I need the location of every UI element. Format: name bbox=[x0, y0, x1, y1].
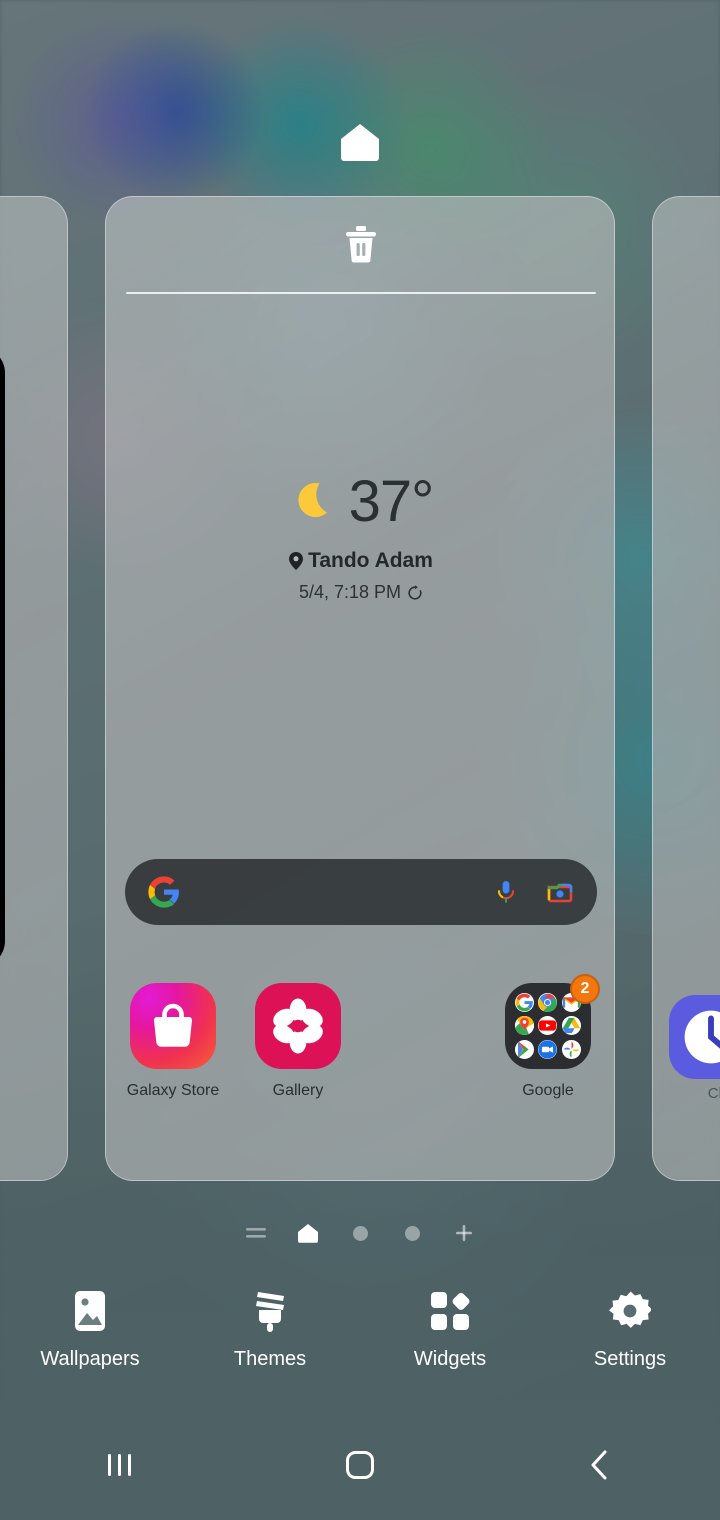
weather-updated-time: 5/4, 7:18 PM bbox=[298, 582, 402, 602]
app-label: Gallery bbox=[272, 1082, 324, 1099]
app-label: Galaxy Store bbox=[126, 1082, 220, 1099]
folder-mini-drive-icon bbox=[562, 1016, 582, 1036]
weather-primary: 37° bbox=[106, 469, 614, 534]
refresh-icon[interactable] bbox=[407, 584, 423, 601]
gallery-icon bbox=[255, 983, 341, 1069]
home-icon bbox=[339, 122, 381, 162]
weather-updated-row: 5/4, 7:18 PM bbox=[106, 582, 614, 603]
app-galaxy-store[interactable]: Galaxy Store bbox=[113, 983, 233, 1100]
page-card-next[interactable]: Clo bbox=[652, 196, 720, 1181]
navigation-bar bbox=[0, 1410, 720, 1520]
paintbrush-icon bbox=[190, 1288, 350, 1334]
folder-notification-badge: 2 bbox=[570, 974, 600, 1004]
page-dot[interactable] bbox=[401, 1222, 423, 1244]
toolbar-label: Widgets bbox=[413, 1348, 487, 1370]
widgets-grid-icon bbox=[370, 1288, 530, 1334]
page-carousel: Clo bbox=[0, 196, 720, 1181]
google-search-bar[interactable] bbox=[125, 859, 597, 925]
app-list-icon[interactable] bbox=[245, 1222, 267, 1244]
weather-location-row: Tando Adam bbox=[106, 549, 614, 573]
location-pin-icon bbox=[289, 552, 304, 570]
page-card-divider bbox=[126, 292, 596, 294]
weather-location-name: Tando Adam bbox=[308, 549, 433, 572]
page-dot[interactable] bbox=[349, 1222, 371, 1244]
folder-mini-youtube-icon bbox=[538, 1016, 558, 1036]
home-square-icon[interactable] bbox=[300, 1435, 420, 1495]
page-card-current[interactable]: 37° Tando Adam 5/4, 7:18 PM Galaxy Store… bbox=[105, 196, 615, 1181]
page-indicator bbox=[0, 1222, 720, 1244]
folder-mini-chrome-icon bbox=[538, 992, 558, 1012]
app-gallery[interactable]: Gallery bbox=[238, 983, 358, 1100]
search-input[interactable] bbox=[181, 882, 493, 902]
home-page-icon[interactable] bbox=[297, 1222, 319, 1244]
wallpaper-icon bbox=[10, 1288, 170, 1334]
back-chevron-icon[interactable] bbox=[540, 1435, 660, 1495]
toolbar-item-wallpapers[interactable]: Wallpapers bbox=[10, 1288, 170, 1371]
folder-mini-google-icon bbox=[514, 992, 534, 1012]
home-page-marker[interactable] bbox=[0, 122, 720, 162]
app-folder-google[interactable]: 2 Google bbox=[488, 974, 608, 1100]
toolbar-item-themes[interactable]: Themes bbox=[190, 1288, 350, 1371]
clock-app-label: Clo bbox=[707, 1085, 720, 1102]
folder-mini-meet-icon bbox=[538, 1040, 558, 1060]
home-screen-edit-mode: Clo bbox=[0, 0, 720, 1520]
page-card-previous[interactable] bbox=[0, 196, 68, 1181]
toolbar-item-settings[interactable]: Settings bbox=[550, 1288, 710, 1371]
crescent-moon-icon bbox=[289, 476, 341, 528]
edit-toolbar: Wallpapers Themes Widgets Settings bbox=[0, 1278, 720, 1398]
google-g-icon bbox=[147, 875, 181, 909]
microphone-icon[interactable] bbox=[493, 879, 545, 905]
folder-mini-photos-icon bbox=[562, 1040, 582, 1060]
weather-temperature: 37° bbox=[348, 469, 435, 534]
google-folder-icon: 2 bbox=[505, 974, 600, 1069]
card-tint bbox=[0, 197, 67, 1180]
toolbar-label: Settings bbox=[593, 1348, 667, 1370]
google-lens-camera-icon[interactable] bbox=[545, 879, 575, 905]
trash-icon bbox=[344, 225, 378, 263]
toolbar-label: Themes bbox=[233, 1348, 307, 1370]
gear-icon bbox=[550, 1288, 710, 1334]
app-label: Google bbox=[522, 1082, 574, 1099]
add-page-icon[interactable] bbox=[453, 1222, 475, 1244]
recents-icon[interactable] bbox=[60, 1435, 180, 1495]
toolbar-item-widgets[interactable]: Widgets bbox=[370, 1288, 530, 1371]
clock-app-icon[interactable] bbox=[669, 995, 720, 1079]
toolbar-label: Wallpapers bbox=[40, 1348, 140, 1370]
folder-mini-play-store-icon bbox=[514, 1040, 534, 1060]
delete-page-button[interactable] bbox=[106, 225, 614, 263]
folder-mini-maps-icon bbox=[514, 1016, 534, 1036]
galaxy-store-icon bbox=[130, 983, 216, 1069]
dark-widget-preview bbox=[0, 347, 5, 967]
app-row: Galaxy Store Gallery 2 Google bbox=[106, 974, 614, 1133]
weather-widget[interactable]: 37° Tando Adam 5/4, 7:18 PM bbox=[106, 469, 614, 603]
